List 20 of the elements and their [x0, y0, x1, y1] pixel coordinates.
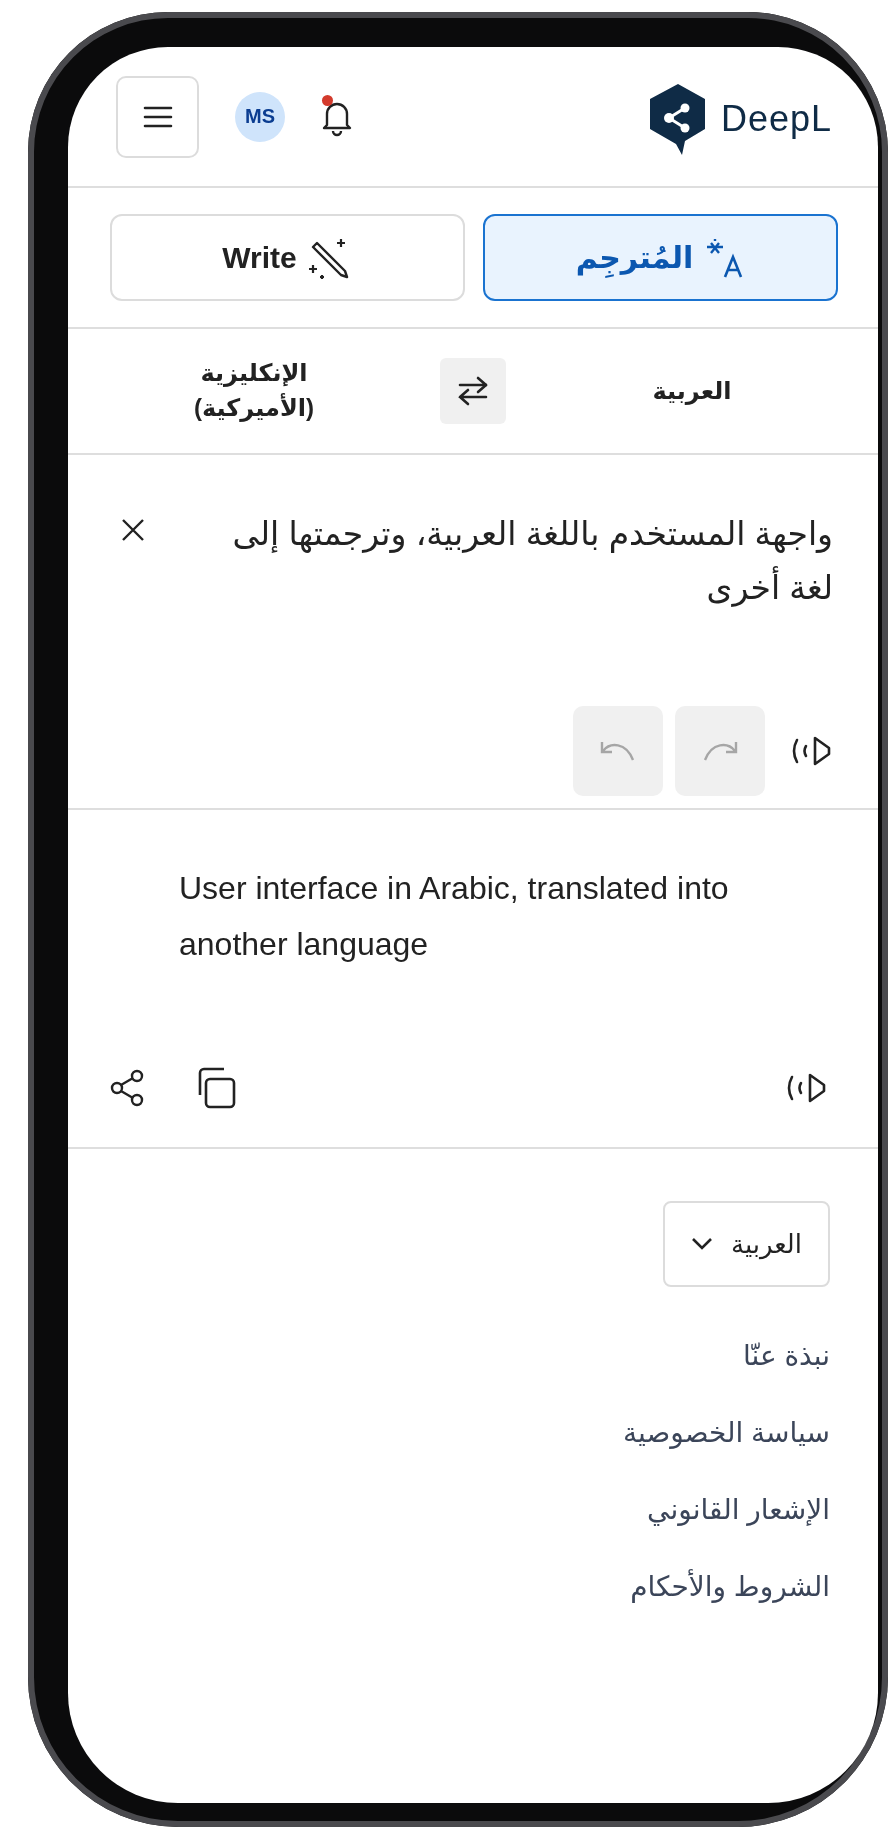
source-text[interactable]: واجهة المستخدم باللغة العربية، وترجمتها إلى لغة أخرى: [186, 507, 833, 616]
footer-link[interactable]: نبذة عنّا: [742, 1317, 830, 1394]
translation-text: User interface in Arabic, translated into another language: [178, 869, 730, 964]
target-language[interactable]: الإنكليزية (الأميركية): [169, 356, 339, 426]
mode-tab[interactable]: المُترجِم: [483, 214, 838, 301]
footer-link[interactable]: الشروط والأحكام: [630, 1548, 830, 1625]
language-select[interactable]: العربية: [662, 1201, 830, 1287]
menu-button[interactable]: [116, 75, 199, 158]
menu-icon: [142, 104, 173, 129]
user-avatar[interactable]: MS: [235, 91, 285, 142]
logo-text: DeepL: [720, 97, 832, 140]
footer-link[interactable]: الإشعار القانوني: [647, 1471, 830, 1548]
footer-link[interactable]: سياسة الخصوصية: [622, 1394, 830, 1471]
source-language[interactable]: العربية: [652, 376, 732, 404]
swap-icon: [456, 376, 490, 406]
close-icon[interactable]: [120, 517, 146, 543]
chevron-down-icon: [690, 1237, 713, 1251]
swap-languages-button[interactable]: [440, 358, 506, 424]
share-icon[interactable]: [108, 1068, 146, 1108]
mode-tab[interactable]: Write: [110, 214, 465, 301]
